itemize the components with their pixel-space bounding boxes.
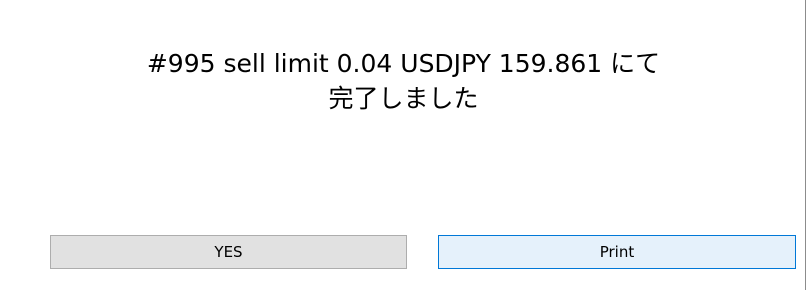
print-button[interactable]: Print bbox=[438, 235, 796, 269]
yes-button[interactable]: YES bbox=[50, 235, 407, 269]
confirmation-dialog: #995 sell limit 0.04 USDJPY 159.861 にて 完… bbox=[0, 0, 807, 290]
message-line-1: #995 sell limit 0.04 USDJPY 159.861 にて bbox=[146, 49, 661, 78]
yes-button-label: YES bbox=[214, 243, 243, 261]
dialog-edge bbox=[805, 0, 806, 290]
dialog-message: #995 sell limit 0.04 USDJPY 159.861 にて 完… bbox=[0, 46, 807, 116]
message-line-2: 完了しました bbox=[328, 84, 479, 113]
print-button-label: Print bbox=[599, 243, 635, 261]
